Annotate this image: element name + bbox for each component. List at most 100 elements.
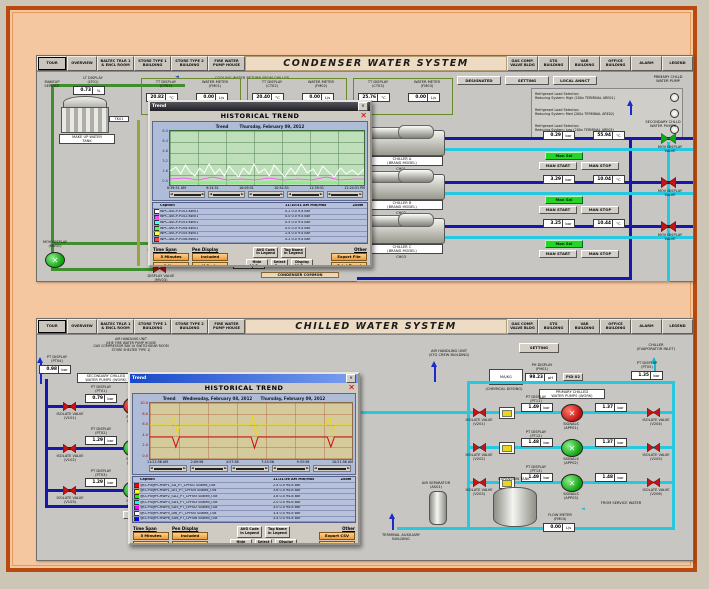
nav-button[interactable]: VAR BUILDING	[569, 319, 600, 334]
man-start-button[interactable]: MAN START	[539, 250, 577, 258]
select-pens-button[interactable]: Select Pens	[254, 538, 273, 543]
nav-button[interactable]: STORE TYPE 2 BUILDING	[171, 319, 208, 334]
close-icon[interactable]: ✕	[348, 383, 355, 393]
avg-code-button[interactable]: AVG Code in Legend	[253, 246, 278, 259]
window-titlebar[interactable]: Trend ✕	[150, 102, 370, 111]
time-slider[interactable]: ◄ ►	[272, 465, 310, 472]
print-trend-button[interactable]: Print Trend	[319, 541, 355, 543]
select-pens-button[interactable]: Select Pens	[270, 259, 289, 265]
man-stop-button[interactable]: MAN STOP	[581, 206, 619, 214]
man-sel-button[interactable]: Man Sel	[545, 196, 583, 204]
primary-pump-row: ISOLATE VALVE (V202) PT DISPLAY (PT12) 1…	[465, 430, 679, 467]
mov-valve-icon[interactable]	[661, 221, 676, 232]
nav-button[interactable]: LEGEND	[662, 319, 693, 334]
isolate-valve-icon[interactable]	[63, 486, 76, 495]
pid-box[interactable]: PID 02	[563, 373, 583, 381]
avg-code-button[interactable]: AVG Code in Legend	[237, 526, 262, 538]
nav-button[interactable]: FIRE WATER PUMP HOUSE	[208, 319, 245, 334]
isolate-valve-icon[interactable]	[473, 478, 486, 487]
isolate-valve-icon[interactable]	[473, 443, 486, 452]
nav-button[interactable]: VAR BUILDING	[569, 56, 600, 71]
nav-button[interactable]: STG BUILDING	[538, 56, 569, 71]
time-slider[interactable]: ◄ ►	[190, 465, 228, 472]
nav-button[interactable]: OFFICE BUILDING	[600, 56, 631, 71]
man-stop-button[interactable]: MAN STOP	[581, 250, 619, 258]
tag-name-button[interactable]: Tag Name in Legend	[281, 246, 306, 259]
time-slider[interactable]: ◄ ►	[326, 191, 364, 198]
time-slider[interactable]: ◄ ►	[247, 191, 285, 198]
included-button[interactable]: Included	[192, 252, 228, 261]
nav-button[interactable]: STORE TYPE 1 BUILDING	[134, 319, 171, 334]
mov-valve-icon[interactable]	[661, 177, 676, 188]
hide-all-pens-button[interactable]: Hide All Pens	[230, 538, 252, 543]
ctrl-button[interactable]: LOCAL ANNCT	[553, 76, 597, 85]
trend-plot[interactable]	[169, 130, 365, 186]
nav-button[interactable]: LEGEND	[662, 56, 693, 71]
pump-icon[interactable]: ✕	[561, 404, 583, 422]
close-icon[interactable]: ✕	[360, 111, 367, 121]
hide-all-pens-button[interactable]: Hide All Pens	[246, 259, 268, 265]
y-scale-button[interactable]: Y Scale	[172, 541, 208, 543]
legend-row[interactable]: @LCP4@PCHWP6_SD6_PT_CPH06 Scaled_Out 3.4…	[133, 516, 355, 523]
time-slider[interactable]: ◄ ►	[287, 191, 324, 198]
nav-button[interactable]: TOUR	[37, 56, 67, 71]
isolate-valve-icon[interactable]	[647, 443, 660, 452]
radio-button[interactable]	[670, 108, 679, 118]
makeup-tank[interactable]	[61, 107, 109, 133]
isolate-valve-icon[interactable]	[647, 478, 660, 487]
export-button[interactable]: Export CSV	[319, 532, 355, 541]
ctrl-button[interactable]: DESIGNATED	[457, 76, 501, 85]
isolate-valve-icon[interactable]	[647, 408, 660, 417]
legend-row[interactable]: WPC-40CP-P106.KW01 0.2 0.0 9.4 Bar	[153, 237, 367, 243]
included-button[interactable]: Included	[172, 532, 208, 541]
nav-button[interactable]: BALTEC TRLR 1 & ENCL ROOM	[97, 319, 134, 334]
nav-button[interactable]: ALARM	[631, 319, 662, 334]
y-scale-button[interactable]: Y Scale	[192, 261, 228, 265]
trend-plot[interactable]	[149, 402, 353, 460]
time-slider[interactable]: ◄ ►	[313, 465, 351, 472]
nav-button[interactable]: GAS COMP. VALVE BLDG	[507, 56, 538, 71]
nav-button[interactable]: ALARM	[631, 56, 662, 71]
setting-button[interactable]: SETTING	[519, 343, 559, 353]
pump-icon[interactable]: ✕	[561, 474, 583, 492]
man-sel-button[interactable]: Man Sel	[545, 152, 583, 160]
isolate-valve-icon[interactable]	[473, 408, 486, 417]
export-button[interactable]: Export File	[331, 252, 367, 261]
window-titlebar[interactable]: Trend ✕	[130, 374, 358, 383]
mov-pump-icon[interactable]: ✕	[45, 252, 65, 268]
nav-button[interactable]: BALTEC TRLR 1 & ENCL ROOM	[97, 56, 134, 71]
ctrl-button[interactable]: SETTING	[505, 76, 549, 85]
man-start-button[interactable]: MAN START	[539, 162, 577, 170]
print-trend-button[interactable]: Print Trend	[331, 261, 367, 265]
nav-button[interactable]: FIRE WATER PUMP HOUSE	[208, 56, 245, 71]
one-hour-button[interactable]: 1 Hour	[133, 541, 169, 543]
display-all-pens-button[interactable]: Display All Pens	[275, 538, 297, 543]
man-start-button[interactable]: MAN START	[539, 206, 577, 214]
nav-button[interactable]: STORE TYPE 2 BUILDING	[171, 56, 208, 71]
close-icon[interactable]: ✕	[358, 102, 368, 111]
nav-button[interactable]: OVERVIEW	[67, 319, 97, 334]
radio-button[interactable]	[670, 92, 679, 102]
nav-button[interactable]: OFFICE BUILDING	[600, 319, 631, 334]
nav-button[interactable]: GAS COMP. VALVE BLDG	[507, 319, 538, 334]
time-slider[interactable]: ◄ ►	[208, 191, 245, 198]
nav-button[interactable]: OVERVIEW	[67, 56, 97, 71]
time-slider[interactable]: ◄ ►	[149, 465, 187, 472]
nav-button[interactable]: TOUR	[37, 319, 67, 334]
isolate-valve-icon[interactable]	[63, 444, 76, 453]
tag-name-button[interactable]: Tag Name in Legend	[265, 526, 290, 538]
time-slider[interactable]: ◄ ►	[169, 191, 206, 198]
isolate-valve-icon[interactable]	[63, 402, 76, 411]
display-all-pens-button[interactable]: Display All Pens	[291, 259, 313, 265]
nav-button[interactable]: STG BUILDING	[538, 319, 569, 334]
man-sel-button[interactable]: Man Sel	[545, 240, 583, 248]
mov-valve-icon[interactable]	[661, 133, 676, 144]
pump-icon[interactable]: ✕	[561, 439, 583, 457]
five-minutes-button[interactable]: 5 Minutes	[133, 532, 169, 541]
man-stop-button[interactable]: MAN STOP	[581, 162, 619, 170]
close-icon[interactable]: ✕	[346, 374, 356, 383]
one-hour-button[interactable]: 1 Hour	[153, 261, 189, 265]
nav-button[interactable]: STORE TYPE 1 BUILDING	[134, 56, 171, 71]
time-slider[interactable]: ◄ ►	[231, 465, 269, 472]
five-minutes-button[interactable]: 5 Minutes	[153, 252, 189, 261]
